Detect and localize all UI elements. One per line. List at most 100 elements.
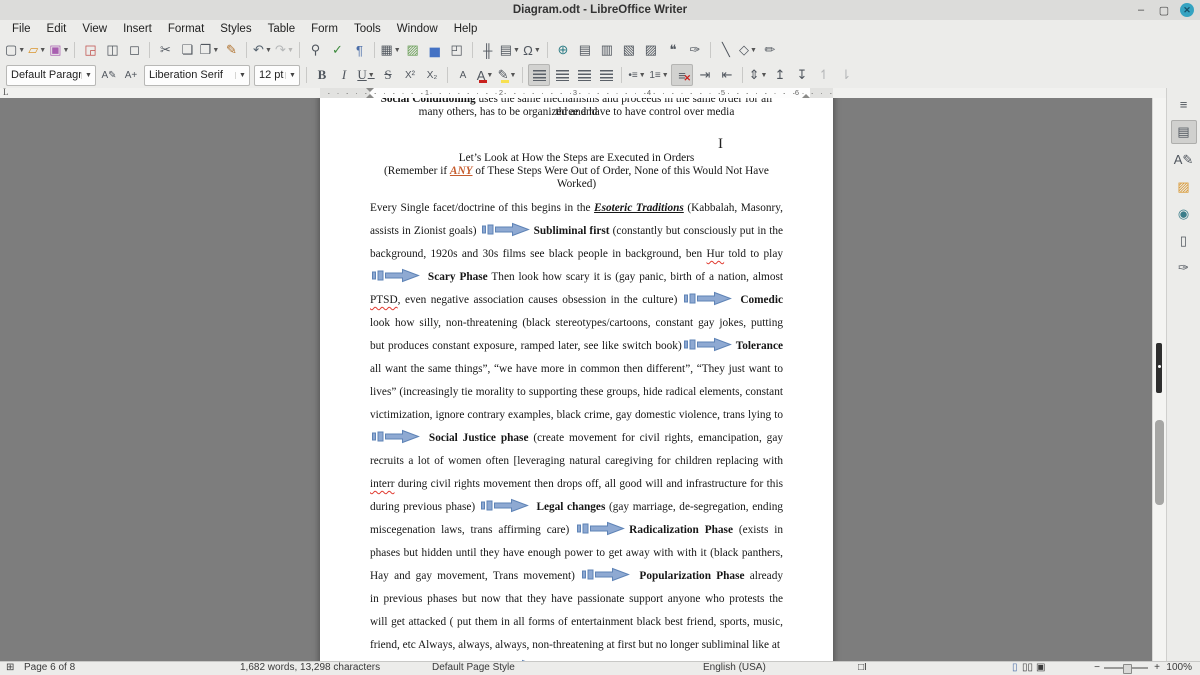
zoom-slider[interactable] (1104, 664, 1148, 674)
chevron-down-icon[interactable]: ▼ (39, 47, 46, 54)
fast-forward-arrow-icon[interactable] (372, 268, 422, 283)
clone-formatting-icon[interactable]: ✎ (221, 40, 241, 60)
font-color-button[interactable]: A ▼ (475, 65, 495, 85)
find-replace-icon[interactable]: ⚲ (305, 40, 325, 60)
no-list-button[interactable]: ≡ (671, 64, 693, 86)
superscript-button[interactable]: X² (400, 65, 420, 85)
styles-icon[interactable]: A✎ (1172, 149, 1196, 171)
formatting-marks-icon[interactable]: ¶ (349, 40, 369, 60)
highlight-color-button[interactable]: ✎ ▼ (497, 65, 517, 85)
chevron-down-icon[interactable]: ▼ (63, 47, 70, 54)
strikethrough-button[interactable]: S (378, 65, 398, 85)
chevron-down-icon[interactable]: ▼ (285, 71, 299, 79)
menu-tools[interactable]: Tools (346, 22, 389, 36)
print-icon[interactable]: ◫ (102, 40, 122, 60)
fast-forward-arrow-icon[interactable] (481, 222, 532, 237)
gallery-icon[interactable]: ▨ (1172, 176, 1196, 198)
sidebar-hide-handle[interactable] (1156, 343, 1162, 393)
align-right-button[interactable] (574, 65, 594, 85)
menu-form[interactable]: Form (303, 22, 346, 36)
fast-forward-arrow-icon[interactable] (683, 337, 734, 352)
print-preview-icon[interactable]: ◻ (124, 40, 144, 60)
chevron-down-icon[interactable]: ▼ (18, 47, 25, 54)
track-changes-icon[interactable]: ✑ (685, 40, 705, 60)
navigator-icon[interactable]: ◉ (1172, 203, 1196, 225)
bullet-list-button[interactable]: •≡ ▼ (627, 65, 647, 85)
maximize-button[interactable]: ▢ (1157, 3, 1171, 17)
chevron-down-icon[interactable]: ▼ (265, 47, 272, 54)
insert-field-icon[interactable]: ▤ ▼ (500, 40, 520, 60)
save-icon[interactable]: ▣ ▼ (49, 40, 69, 60)
menu-file[interactable]: File (4, 22, 39, 36)
copy-icon[interactable]: ❏ (177, 40, 197, 60)
draw-functions-icon[interactable]: ✏ (760, 40, 780, 60)
first-line-indent-marker[interactable] (366, 88, 374, 92)
italic-button[interactable]: I (334, 65, 354, 85)
paragraph-space-increase-button[interactable]: ↥ (770, 65, 790, 85)
underline-button[interactable]: U ▼ (356, 65, 376, 85)
chevron-down-icon[interactable]: ▼ (750, 47, 757, 54)
style-inspector-icon[interactable]: ✑ (1172, 257, 1196, 279)
justify-button[interactable] (596, 65, 616, 85)
fast-forward-arrow-icon[interactable] (577, 521, 627, 536)
close-button[interactable]: ✕ (1180, 3, 1194, 17)
chevron-down-icon[interactable]: ▼ (486, 72, 493, 79)
font-size-select[interactable]: 12 pt ▼ (254, 64, 300, 86)
spelling-icon[interactable]: ✓ (327, 40, 347, 60)
chevron-down-icon[interactable]: ▼ (662, 72, 669, 79)
clear-formatting-button[interactable]: A (453, 65, 473, 85)
menu-help[interactable]: Help (446, 22, 486, 36)
word-count-status[interactable]: 1,682 words, 13,298 characters (240, 662, 380, 674)
fast-forward-arrow-icon[interactable] (372, 429, 422, 444)
update-style-icon[interactable]: A✎ (99, 65, 119, 85)
page-deck-icon[interactable]: ▯ (1172, 230, 1196, 252)
minimize-button[interactable]: – (1134, 3, 1148, 17)
fast-forward-arrow-icon[interactable] (683, 291, 734, 306)
insert-endnote-icon[interactable]: ▥ (597, 40, 617, 60)
page-count-status[interactable]: Page 6 of 8 (24, 662, 75, 674)
chevron-down-icon[interactable]: ▼ (760, 72, 767, 79)
insert-textbox-icon[interactable]: ◰ (447, 40, 467, 60)
align-center-button[interactable] (552, 65, 572, 85)
chevron-down-icon[interactable]: ▼ (534, 47, 541, 54)
menu-table[interactable]: Table (260, 22, 304, 36)
zoom-out-icon[interactable]: − (1094, 662, 1100, 674)
new-document-icon[interactable]: ▢ ▼ (5, 40, 25, 60)
subscript-button[interactable]: X₂ (422, 65, 442, 85)
increase-indent-button[interactable]: ⇥ (695, 65, 715, 85)
fast-forward-arrow-icon[interactable] (480, 498, 531, 513)
chevron-down-icon[interactable]: ▼ (639, 72, 646, 79)
sidebar-menu-icon[interactable]: ≡ (1172, 93, 1196, 115)
multi-page-view-icon[interactable]: ▯▯ (1022, 662, 1033, 674)
new-style-icon[interactable]: A+ (121, 65, 141, 85)
export-pdf-icon[interactable]: ◲ (80, 40, 100, 60)
language-status[interactable]: English (USA) (703, 662, 766, 674)
insert-chart-icon[interactable]: ▅ (425, 40, 445, 60)
cross-reference-icon[interactable]: ▨ (641, 40, 661, 60)
line-spacing-button[interactable]: ⇕ ▼ (748, 65, 768, 85)
zoom-level[interactable]: 100% (1166, 662, 1192, 674)
font-name-select[interactable]: Liberation Serif ▼ (144, 64, 250, 86)
align-left-button[interactable] (528, 64, 550, 86)
cut-icon[interactable]: ✂ (155, 40, 175, 60)
chevron-down-icon[interactable]: ▼ (368, 71, 375, 79)
decrease-indent-button[interactable]: ⇤ (717, 65, 737, 85)
insert-comment-icon[interactable]: ❝ (663, 40, 683, 60)
open-icon[interactable]: ▱ ▼ (27, 40, 47, 60)
page-style-status[interactable]: Default Page Style (432, 662, 515, 674)
hyperlink-icon[interactable]: ⊕ (553, 40, 573, 60)
single-page-view-icon[interactable]: ▯ (1012, 662, 1018, 674)
menu-window[interactable]: Window (389, 22, 446, 36)
zoom-slider-thumb[interactable] (1123, 664, 1132, 674)
scrollbar-thumb[interactable] (1155, 420, 1164, 505)
document-page[interactable]: Social Conditioning uses the same mechan… (320, 98, 833, 662)
document-area[interactable]: Social Conditioning uses the same mechan… (0, 98, 1167, 662)
menu-edit[interactable]: Edit (39, 22, 75, 36)
chevron-down-icon[interactable]: ▼ (235, 71, 249, 79)
chevron-down-icon[interactable]: ▼ (513, 47, 520, 54)
chevron-down-icon[interactable]: ▼ (81, 71, 95, 79)
undo-icon[interactable]: ↶ ▼ (252, 40, 272, 60)
page-break-icon[interactable]: ╫ (478, 40, 498, 60)
chevron-down-icon[interactable]: ▼ (287, 47, 294, 54)
menu-view[interactable]: View (74, 22, 115, 36)
